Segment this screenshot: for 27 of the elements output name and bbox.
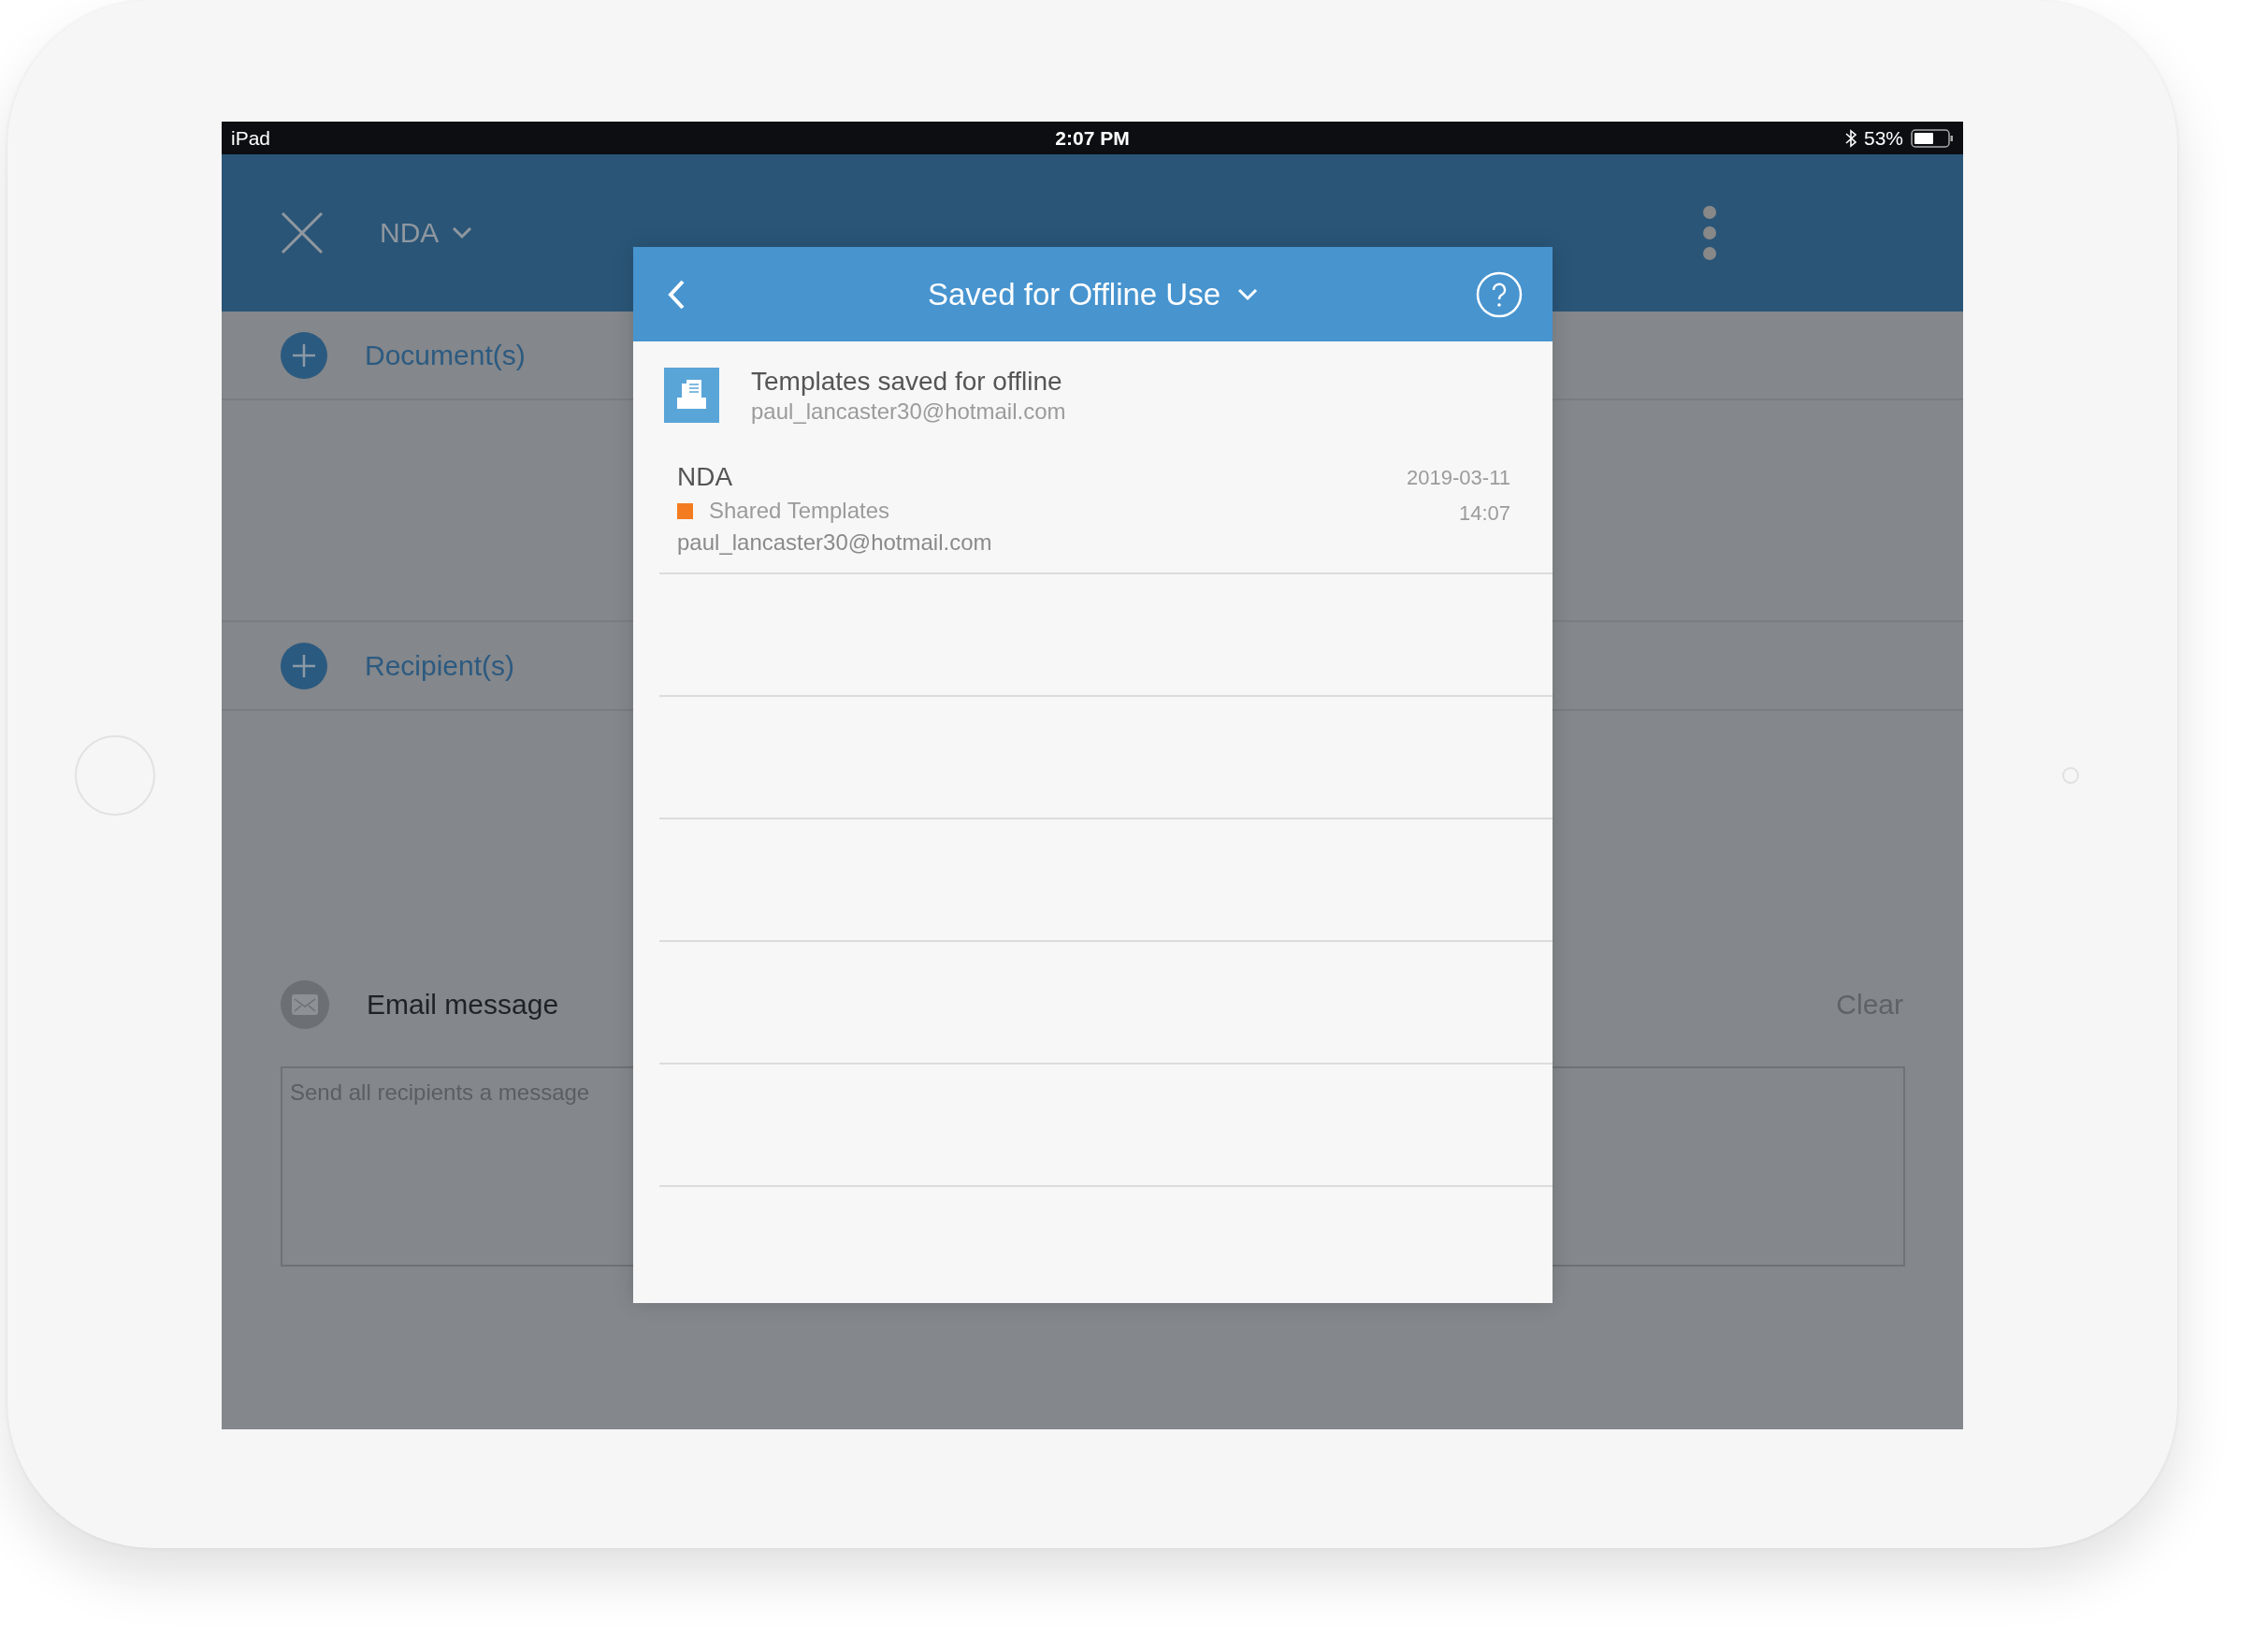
dialog-title-dropdown[interactable]: Saved for Offline Use	[927, 276, 1259, 312]
battery-percent: 53%	[1863, 126, 1903, 150]
section-label[interactable]: Recipient(s)	[365, 649, 515, 682]
bluetooth-icon	[1844, 128, 1856, 148]
battery-icon	[1911, 128, 1954, 148]
inbox-document-icon	[664, 368, 719, 423]
envelope-icon	[281, 980, 329, 1029]
chevron-down-icon	[1237, 287, 1259, 301]
section-label[interactable]: Document(s)	[365, 339, 526, 371]
document-title-dropdown[interactable]: NDA	[380, 217, 473, 249]
template-name[interactable]: NDA	[677, 462, 992, 492]
account-email: paul_lancaster30@hotmail.com	[751, 398, 1066, 425]
chevron-down-icon	[452, 226, 473, 239]
source-title: Templates saved for offline	[751, 366, 1063, 397]
add-icon[interactable]	[281, 642, 327, 689]
folder-name: Shared Templates	[709, 498, 889, 524]
date-text: 2019-03-11	[1407, 466, 1510, 490]
owner-email: paul_lancaster30@hotmail.com	[677, 529, 992, 556]
add-icon[interactable]	[281, 331, 327, 379]
clock-time: 2:07 PM	[1055, 126, 1130, 150]
time-text: 14:07	[1458, 501, 1510, 526]
email-message-label: Email message	[367, 989, 559, 1021]
back-icon[interactable]	[667, 278, 686, 311]
help-icon[interactable]	[1476, 270, 1523, 318]
more-icon[interactable]	[1702, 205, 1717, 261]
device-name: iPad	[231, 126, 271, 150]
close-icon[interactable]	[281, 211, 324, 254]
